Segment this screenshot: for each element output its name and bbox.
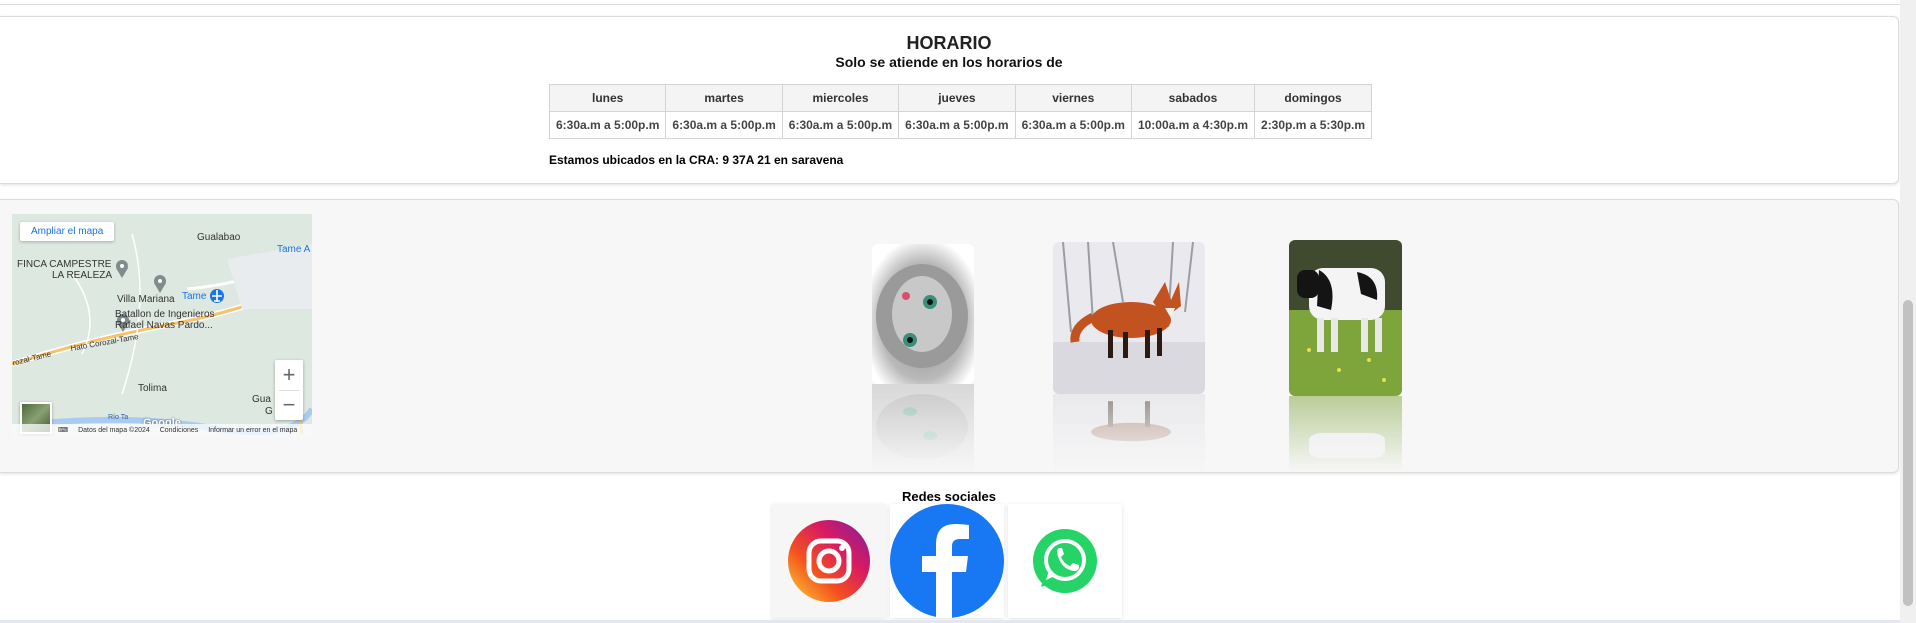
kitten-image xyxy=(872,244,974,384)
airport-icon xyxy=(210,289,224,303)
fox-image xyxy=(1053,242,1205,394)
hours-cell: 6:30a.m a 5:00p.m xyxy=(548,111,667,139)
map-label: Rafael Navas Pardo... xyxy=(115,320,213,331)
facebook-icon xyxy=(890,504,1004,618)
report-error-link[interactable]: Informar un error en el mapa xyxy=(208,427,297,434)
social-title: Redes sociales xyxy=(902,489,996,504)
map-label: Tame A xyxy=(277,244,311,255)
location-text: Estamos ubicados en la CRA: 9 37A 21 en … xyxy=(549,153,844,167)
map-footer: ⌨ Datos del mapa ©2024 Condiciones Infor… xyxy=(12,424,312,438)
day-header: lunes xyxy=(548,84,667,112)
schedule-card: HORARIO Solo se atiende en los horarios … xyxy=(0,16,1899,184)
schedule-table: lunes martes miercoles jueves viernes sa… xyxy=(548,84,1373,139)
map-label: Villa Mariana xyxy=(117,294,175,305)
cow-reflection xyxy=(1289,396,1402,472)
hours-cell: 6:30a.m a 5:00p.m xyxy=(781,111,900,139)
map-label: Batallon de Ingenieros xyxy=(115,309,215,320)
hours-cell: 10:00a.m a 4:30p.m xyxy=(1130,111,1256,139)
schedule-hours-row: 6:30a.m a 5:00p.m 6:30a.m a 5:00p.m 6:30… xyxy=(548,111,1373,139)
embedded-map[interactable]: Ampliar el mapa Gualabao Tame A FINCA CA… xyxy=(12,214,312,438)
facebook-link[interactable] xyxy=(890,504,1004,618)
instagram-icon xyxy=(788,520,870,602)
day-header: sabados xyxy=(1130,84,1256,112)
day-header: miercoles xyxy=(781,84,900,112)
hours-cell: 6:30a.m a 5:00p.m xyxy=(665,111,783,139)
kitten-photo[interactable] xyxy=(872,244,974,472)
day-header: martes xyxy=(665,84,783,112)
map-label: LA REALEZA xyxy=(52,270,113,281)
map-label: Tame xyxy=(182,291,207,302)
schedule-subtitle: Solo se atiende en los horarios de xyxy=(835,54,1063,70)
map-label: FINCA CAMPESTRE xyxy=(17,259,112,270)
day-header: jueves xyxy=(898,84,1016,112)
day-header: domingos xyxy=(1254,84,1373,112)
schedule-header-row: lunes martes miercoles jueves viernes sa… xyxy=(548,84,1373,112)
fox-reflection xyxy=(1053,394,1205,472)
scrollbar-thumb[interactable] xyxy=(1903,300,1913,606)
map-label: Gua xyxy=(252,394,271,405)
expand-map-button[interactable]: Ampliar el mapa xyxy=(20,222,115,241)
map-label: Gualabao xyxy=(197,232,241,243)
map-data-text: Datos del mapa ©2024 xyxy=(78,427,150,434)
fox-photo[interactable] xyxy=(1053,242,1205,472)
map-label: Tolima xyxy=(138,383,167,394)
hours-cell: 2:30p.m a 5:30p.m xyxy=(1254,111,1373,139)
previous-section-edge xyxy=(0,0,1900,5)
river-label: Río Ta xyxy=(108,414,129,421)
zoom-divider xyxy=(279,390,299,391)
keyboard-icon[interactable]: ⌨ xyxy=(58,427,68,434)
day-header: viernes xyxy=(1014,84,1132,112)
gallery-card: Ampliar el mapa Gualabao Tame A FINCA CA… xyxy=(0,199,1899,473)
zoom-out-button[interactable]: − xyxy=(275,390,303,420)
zoom-in-button[interactable]: + xyxy=(275,360,303,390)
hours-cell: 6:30a.m a 5:00p.m xyxy=(898,111,1016,139)
whatsapp-icon xyxy=(1008,504,1122,618)
instagram-link[interactable] xyxy=(772,504,886,618)
cow-photo[interactable] xyxy=(1289,240,1402,472)
vertical-scrollbar[interactable] xyxy=(1900,0,1916,623)
terms-link[interactable]: Condiciones xyxy=(160,427,199,434)
schedule-title: HORARIO xyxy=(906,33,992,53)
kitten-reflection xyxy=(872,384,974,472)
map-label: G xyxy=(265,406,273,417)
whatsapp-link[interactable] xyxy=(1008,504,1122,618)
cow-image xyxy=(1289,240,1402,396)
zoom-control: + − xyxy=(275,360,303,420)
hours-cell: 6:30a.m a 5:00p.m xyxy=(1014,111,1132,139)
